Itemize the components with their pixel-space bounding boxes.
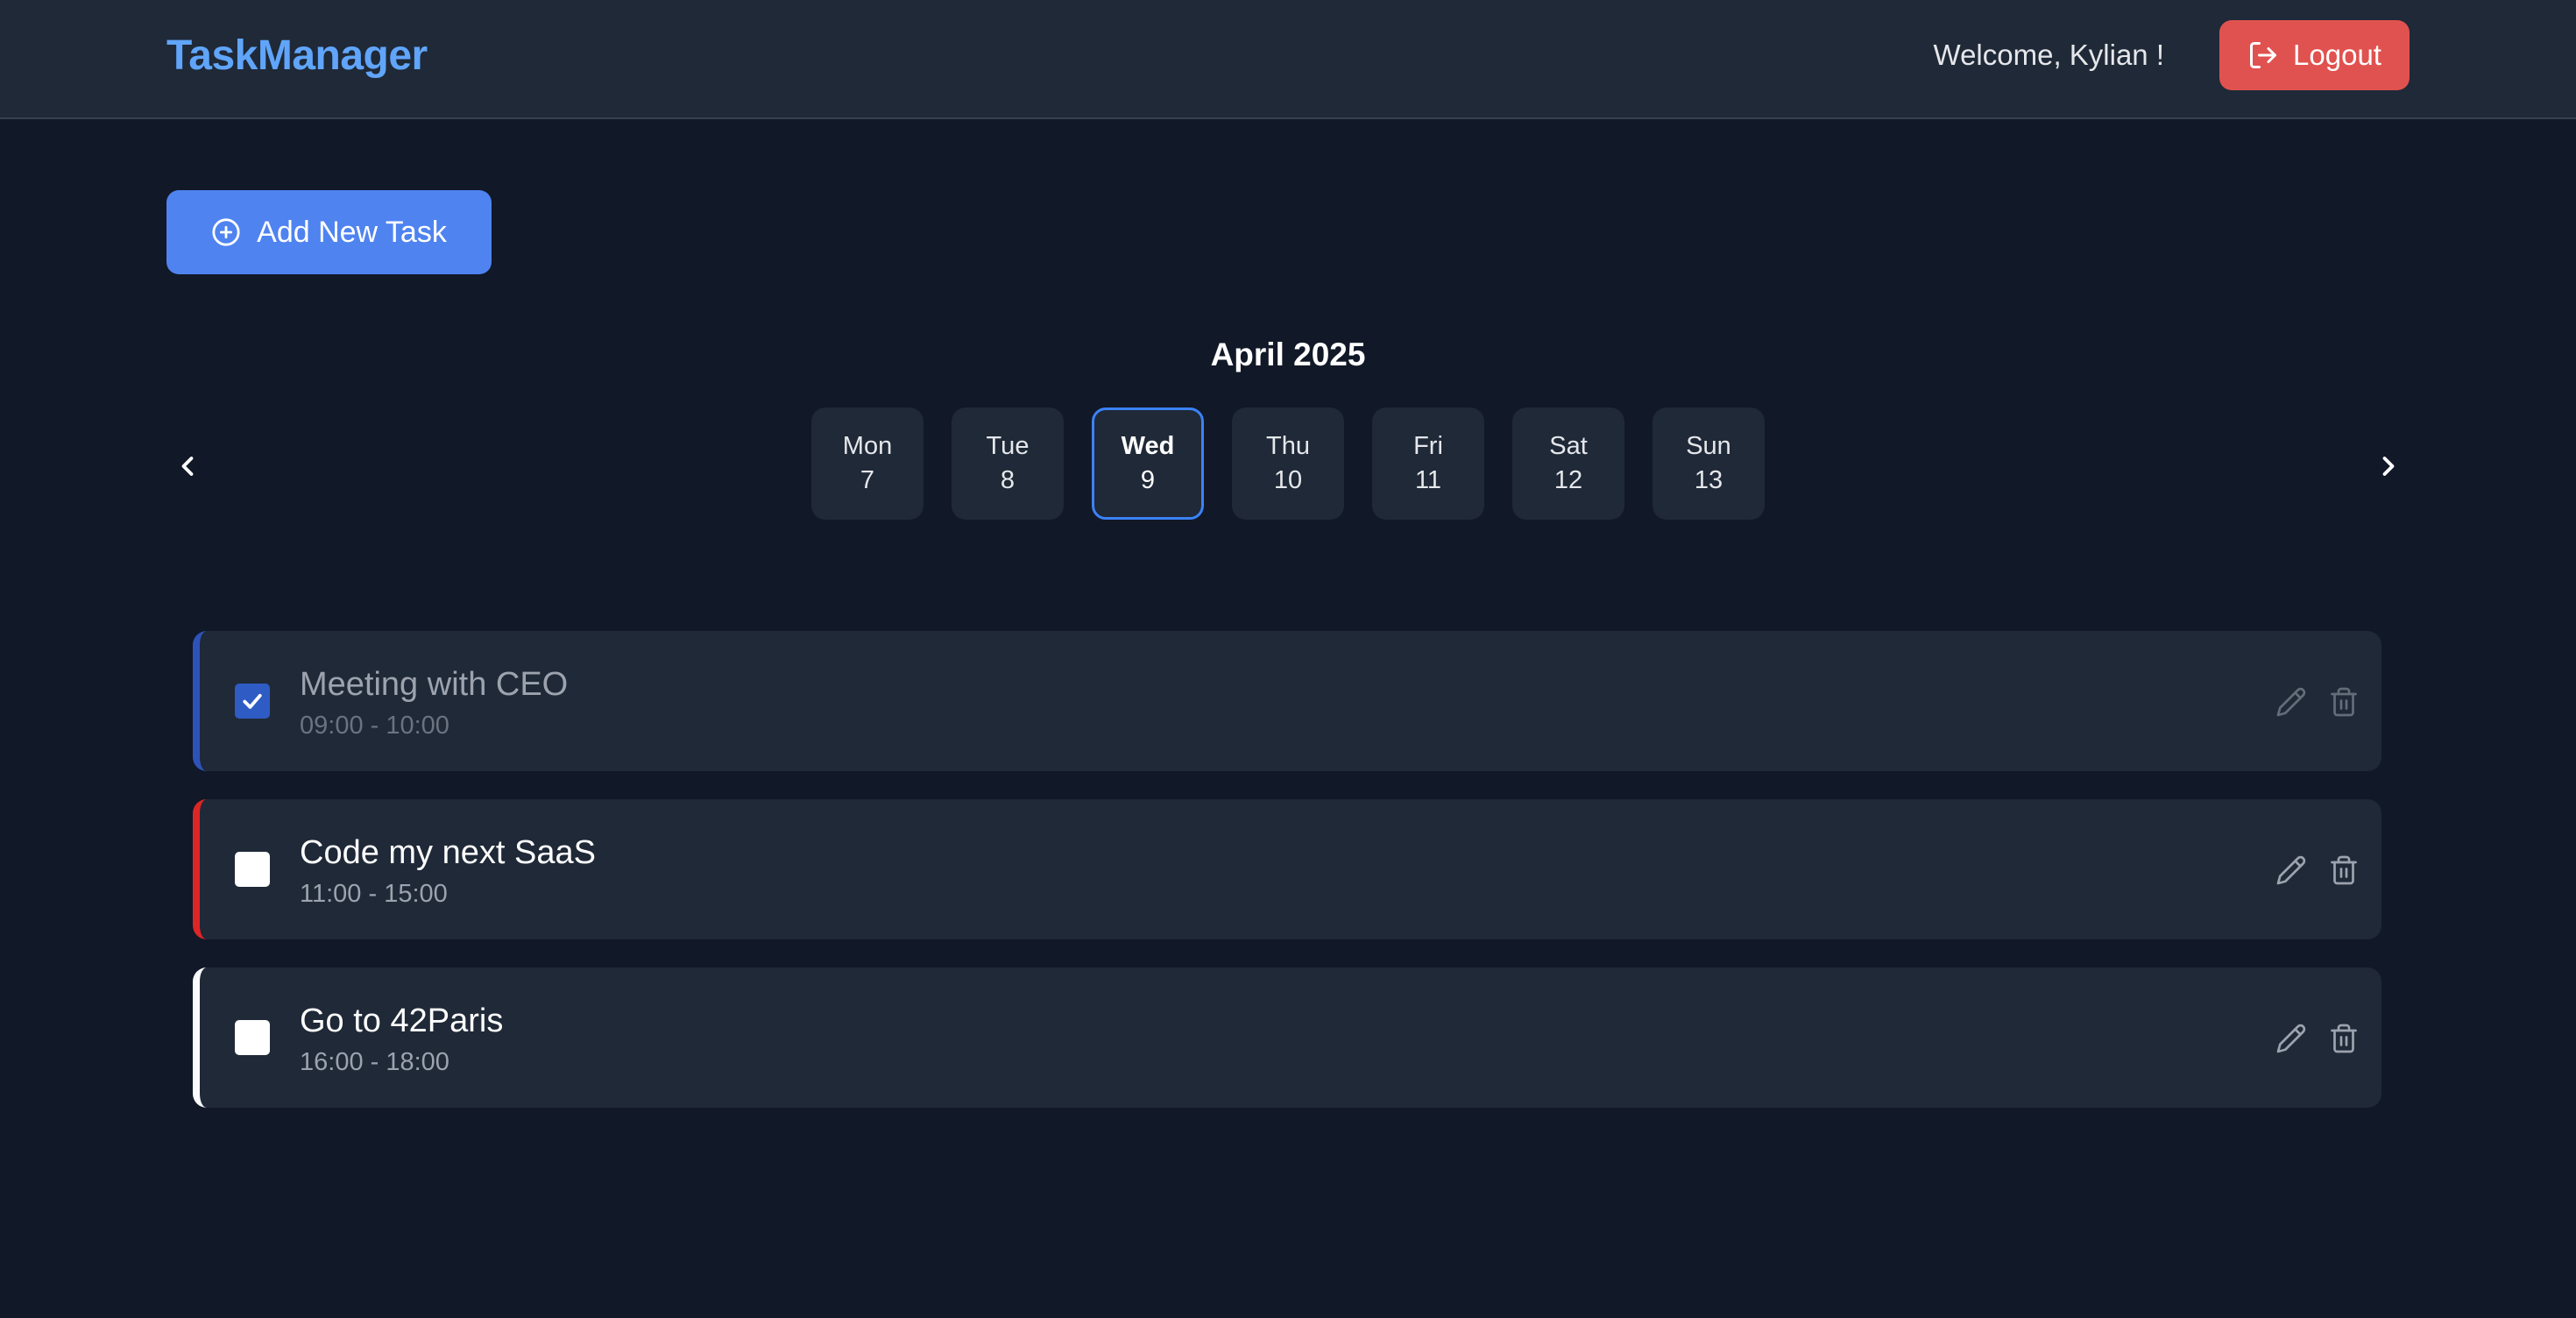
task-time: 16:00 - 18:00 [300, 1048, 449, 1076]
task-time: 09:00 - 10:00 [300, 712, 449, 740]
edit-task-button[interactable] [2273, 684, 2310, 720]
delete-task-button[interactable] [2325, 684, 2362, 720]
day-number: 13 [1694, 466, 1723, 494]
day-name: Mon [842, 432, 893, 460]
day-name: Tue [986, 432, 1030, 460]
logout-icon [2247, 39, 2279, 71]
task-title: Go to 42Paris [300, 1003, 504, 1039]
day-wed[interactable]: Wed 9 [1092, 407, 1204, 520]
edit-task-button[interactable] [2273, 852, 2310, 889]
day-mon[interactable]: Mon 7 [811, 407, 924, 520]
day-name: Sat [1549, 432, 1588, 460]
check-icon [239, 688, 265, 714]
month-title: April 2025 [1210, 337, 1366, 372]
chevron-left-icon [172, 450, 203, 482]
day-name: Fri [1413, 432, 1443, 460]
delete-task-button[interactable] [2325, 852, 2362, 889]
day-number: 12 [1553, 466, 1583, 494]
pencil-icon [2275, 686, 2307, 718]
day-number: 9 [1140, 466, 1156, 494]
task-title: Meeting with CEO [300, 666, 569, 703]
add-task-label: Add New Task [257, 215, 447, 249]
task-time: 11:00 - 15:00 [300, 880, 448, 908]
task-title: Code my next SaaS [300, 834, 596, 871]
day-fri[interactable]: Fri 11 [1372, 407, 1484, 520]
task-checkbox[interactable] [235, 1020, 270, 1055]
week-day-selector: Mon 7 Tue 8 Wed 9 Thu 10 Fri 11 Sat 12 S… [811, 407, 1765, 520]
day-number: 7 [860, 466, 875, 494]
trash-icon [2328, 854, 2360, 886]
day-number: 10 [1273, 466, 1303, 494]
task-checkbox[interactable] [235, 684, 270, 719]
edit-task-button[interactable] [2273, 1020, 2310, 1057]
app-logo[interactable]: TaskManager [166, 32, 428, 80]
welcome-message: Welcome, Kylian ! [1933, 39, 2164, 71]
pencil-icon [2275, 1023, 2307, 1054]
plus-circle-icon [211, 217, 241, 247]
logout-button[interactable]: Logout [2219, 20, 2410, 90]
day-number: 11 [1414, 466, 1442, 494]
top-navbar: TaskManager Welcome, Kylian ! Logout [0, 0, 2576, 119]
task-card: Meeting with CEO 09:00 - 10:00 [193, 631, 2381, 771]
day-thu[interactable]: Thu 10 [1232, 407, 1344, 520]
day-name: Sun [1686, 432, 1731, 460]
chevron-right-icon [2373, 450, 2404, 482]
task-checkbox[interactable] [235, 852, 270, 887]
day-number: 8 [1000, 466, 1016, 494]
day-sat[interactable]: Sat 12 [1512, 407, 1624, 520]
trash-icon [2328, 1023, 2360, 1054]
previous-week-button[interactable] [166, 445, 209, 487]
day-tue[interactable]: Tue 8 [952, 407, 1064, 520]
day-sun[interactable]: Sun 13 [1652, 407, 1765, 520]
logout-label: Logout [2293, 39, 2381, 71]
task-card: Code my next SaaS 11:00 - 15:00 [193, 799, 2381, 939]
trash-icon [2328, 686, 2360, 718]
day-name: Wed [1121, 432, 1175, 460]
next-week-button[interactable] [2367, 445, 2410, 487]
day-name: Thu [1266, 432, 1310, 460]
delete-task-button[interactable] [2325, 1020, 2362, 1057]
task-card: Go to 42Paris 16:00 - 18:00 [193, 967, 2381, 1108]
add-task-button[interactable]: Add New Task [166, 190, 492, 274]
pencil-icon [2275, 854, 2307, 886]
